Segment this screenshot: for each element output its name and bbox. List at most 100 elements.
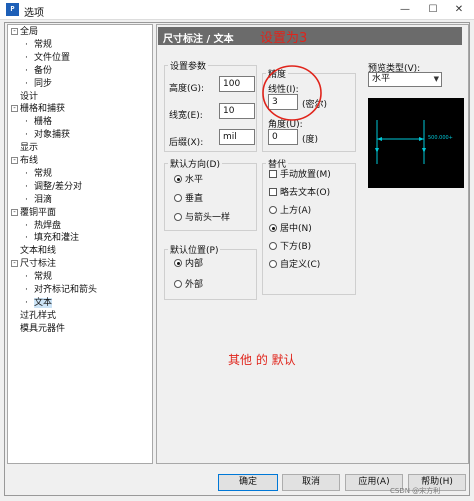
angle-input[interactable]: 0: [268, 129, 298, 145]
override-radio[interactable]: 居中(N): [269, 224, 312, 235]
radio-icon[interactable]: [174, 175, 182, 183]
direction-radio[interactable]: 水平: [174, 175, 203, 186]
maximize-button[interactable]: ☐: [420, 2, 446, 17]
app-icon: P: [6, 3, 19, 16]
tree-item[interactable]: 显示: [11, 142, 38, 154]
tree-item[interactable]: · 常规: [25, 168, 52, 180]
tree-item-label: 过孔样式: [20, 310, 57, 321]
tree-item[interactable]: · 文本: [25, 297, 53, 309]
annotation-set-to-3: 设置为3: [260, 31, 308, 46]
tree-item-label: 布线: [20, 156, 39, 166]
ok-button[interactable]: 确定: [218, 474, 278, 491]
collapse-icon[interactable]: -: [11, 28, 18, 35]
tree-item[interactable]: · 调整/差分对: [25, 181, 82, 193]
checkbox-icon[interactable]: [269, 170, 277, 178]
minimize-button[interactable]: —: [392, 2, 418, 17]
tree-connector: ·: [25, 233, 28, 244]
tree-item[interactable]: - 布线: [11, 155, 38, 167]
tree-item[interactable]: 文本和线: [11, 245, 56, 257]
tree-item-label: 常规: [34, 272, 53, 283]
position-radio[interactable]: 内部: [174, 259, 203, 270]
position-radio[interactable]: 外部: [174, 280, 203, 291]
tree-item[interactable]: 过孔样式: [11, 310, 56, 322]
tree-item[interactable]: · 泪滴: [25, 194, 52, 206]
override-checkbox[interactable]: 手动放置(M): [269, 170, 331, 181]
override-checkbox-label: 略去文本(O): [280, 188, 331, 198]
tree-item-label: 全局: [20, 27, 39, 37]
tree-item[interactable]: · 文件位置: [25, 52, 70, 64]
radio-icon[interactable]: [269, 260, 277, 268]
tree-connector: ·: [25, 78, 28, 89]
tree-item[interactable]: · 热焊盘: [25, 220, 61, 232]
tree-item[interactable]: · 常规: [25, 271, 52, 283]
close-button[interactable]: ✕: [446, 2, 472, 17]
tree-item[interactable]: · 备份: [25, 65, 52, 77]
radio-icon[interactable]: [174, 280, 182, 288]
override-radio-label: 上方(A): [280, 206, 312, 216]
tree-item[interactable]: - 尺寸标注: [11, 258, 56, 270]
tree-connector: ·: [25, 272, 28, 283]
override-radio-label: 下方(B): [280, 242, 312, 252]
options-tree[interactable]: - 全局 · 常规 · 文件位置 · 备份 · 同步 设计 - 栅格和捕获 · 栅格 · 对象捕获 显示 - 布线 · 常…: [7, 24, 153, 464]
radio-icon[interactable]: [174, 259, 182, 267]
cancel-button[interactable]: 取消: [282, 474, 340, 491]
tree-item[interactable]: · 填充和灌注: [25, 232, 79, 244]
default-position-group: 默认位置(P): [164, 243, 257, 300]
collapse-icon[interactable]: -: [11, 157, 18, 164]
override-checkbox-label: 手动放置(M): [280, 170, 331, 180]
tree-connector: ·: [25, 130, 28, 141]
default-position-legend: 默认位置(P): [170, 246, 219, 256]
tree-item-label: 栅格和捕获: [20, 104, 66, 115]
collapse-icon[interactable]: -: [11, 105, 18, 113]
position-radio-label: 内部: [185, 259, 204, 269]
tree-connector: ·: [25, 168, 28, 179]
tree-item-label: 文本和线: [20, 246, 57, 257]
override-radio[interactable]: 上方(A): [269, 206, 311, 217]
tree-item-label: 泪滴: [34, 194, 53, 205]
tree-item[interactable]: - 全局: [11, 26, 38, 38]
preview-type-select[interactable]: 水平 ▼: [368, 72, 442, 87]
chevron-down-icon: ▼: [433, 75, 439, 83]
tree-item[interactable]: 设计: [11, 91, 38, 103]
radio-icon[interactable]: [174, 213, 182, 221]
tree-item[interactable]: · 常规: [25, 39, 52, 51]
tree-connector: ·: [25, 181, 28, 192]
tree-connector: ·: [25, 52, 28, 63]
linewidth-input[interactable]: 10: [219, 103, 255, 119]
height-input[interactable]: 100: [219, 76, 255, 92]
collapse-icon[interactable]: -: [11, 260, 18, 268]
tree-item-label: 对齐标记和箭头: [34, 285, 98, 295]
tree-item[interactable]: · 同步: [25, 78, 52, 90]
suffix-input[interactable]: mil: [219, 129, 255, 145]
override-radio[interactable]: 下方(B): [269, 242, 311, 253]
tree-item[interactable]: · 栅格: [25, 116, 52, 128]
radio-icon[interactable]: [174, 194, 182, 202]
override-radio[interactable]: 自定义(C): [269, 260, 320, 271]
radio-icon[interactable]: [269, 224, 277, 232]
tree-item[interactable]: - 覆铜平面: [11, 207, 56, 219]
tree-connector: ·: [25, 285, 28, 295]
tree-item[interactable]: 模具元器件: [11, 323, 65, 335]
default-direction-legend: 默认方向(D): [170, 160, 220, 170]
radio-icon[interactable]: [269, 242, 277, 250]
direction-radio[interactable]: 与箭头一样: [174, 213, 230, 224]
override-checkbox[interactable]: 略去文本(O): [269, 188, 330, 199]
tree-item-label: 文件位置: [34, 52, 71, 63]
tree-item-label: 填充和灌注: [34, 233, 80, 244]
annotation-others-default: 其他 的 默认: [228, 353, 296, 367]
window-title: 选项: [24, 8, 44, 19]
tree-item[interactable]: · 对齐标记和箭头: [25, 284, 97, 296]
checkbox-icon[interactable]: [269, 188, 277, 196]
suffix-label: 后缀(X):: [169, 138, 204, 148]
watermark: CSDN @宋方利: [390, 487, 441, 495]
collapse-icon[interactable]: -: [11, 208, 18, 216]
radio-icon[interactable]: [269, 206, 277, 214]
tree-item-label: 设计: [20, 91, 39, 102]
tree-item-label: 对象捕获: [34, 130, 71, 141]
direction-radio-label: 水平: [185, 175, 204, 185]
preview-canvas: 500.000+: [368, 98, 464, 188]
tree-item[interactable]: · 对象捕获: [25, 129, 70, 141]
direction-radio[interactable]: 垂直: [174, 194, 203, 205]
position-radio-label: 外部: [185, 280, 204, 290]
tree-item[interactable]: - 栅格和捕获: [11, 103, 65, 115]
